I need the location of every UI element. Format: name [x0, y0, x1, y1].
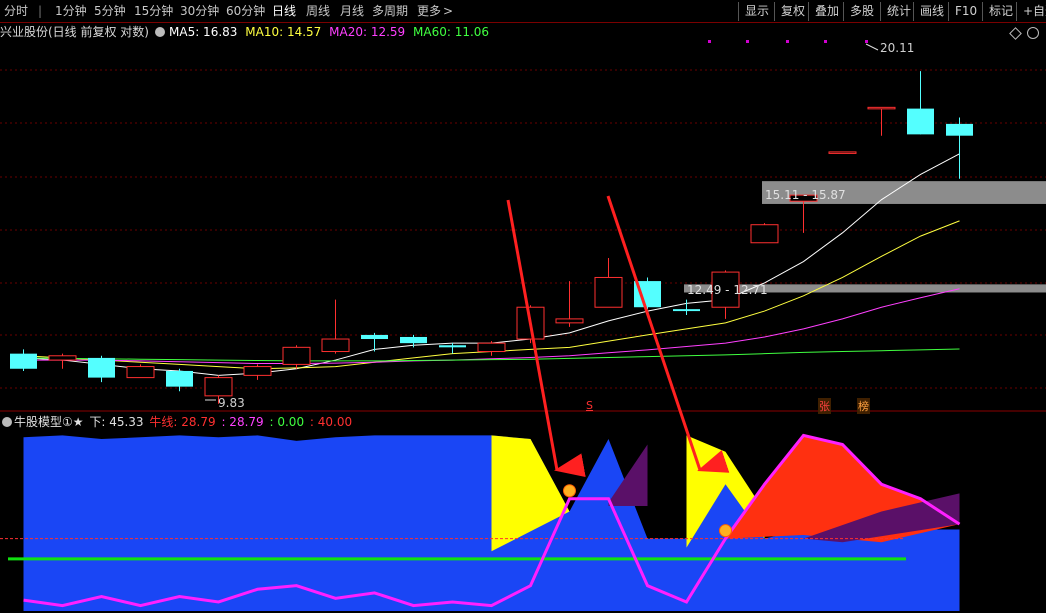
tab-intraday[interactable]: 分时: [4, 3, 28, 20]
limit-up-tag: 张: [818, 398, 831, 414]
settings-icon[interactable]: [155, 27, 165, 37]
top-marker-dot: [786, 40, 789, 43]
candle-body: [243, 366, 272, 376]
low-price-label: 9.83: [218, 396, 245, 410]
top-marker-dot: [865, 40, 868, 43]
candle-body: [321, 338, 350, 353]
tab-15min[interactable]: 15分钟: [134, 3, 173, 20]
red-arrow-2: [606, 195, 730, 473]
indicator-blue-area: [23, 435, 960, 611]
candle-body: [361, 334, 388, 340]
indicator-value-4: : 40.00: [309, 415, 353, 429]
tab-5min[interactable]: 5分钟: [94, 3, 126, 20]
ma60-value: MA60: 11.06: [413, 25, 490, 39]
chevron-right-icon[interactable]: >: [443, 3, 453, 20]
candle-body: [48, 355, 77, 361]
candle-body: [126, 366, 155, 379]
display-button[interactable]: 显示: [738, 2, 774, 21]
zone1-label: 15.11 - 15.87: [765, 188, 846, 202]
candle-body: [204, 377, 233, 397]
red-arrow-1: [506, 199, 586, 477]
restore-rights-button[interactable]: 复权: [774, 2, 808, 21]
high-pointer: [865, 43, 879, 51]
candle-body: [828, 151, 857, 154]
ma-header: 兴业股份(日线 前复权 对数) MA5: 16.83 MA10: 14.57 MA…: [0, 24, 493, 40]
tab-multi-period[interactable]: 多周期: [372, 3, 408, 20]
candle-body: [673, 309, 700, 312]
candle-body: [439, 345, 466, 348]
ma60-line: [23, 348, 960, 362]
bull-line: [23, 433, 961, 608]
top-marker-dot: [708, 40, 711, 43]
indicator-header: 牛股模型①★ 下: 45.33 牛线: 28.79 : 28.79 : 0.00…: [0, 414, 354, 430]
candle-body: [634, 281, 661, 308]
ma20-line: [23, 288, 960, 365]
indicator-yellow-area: [491, 435, 765, 611]
tab-monthly[interactable]: 月线: [340, 3, 364, 20]
draw-line-button[interactable]: 画线: [913, 2, 948, 21]
indicator-red-area: [725, 435, 960, 543]
top-marker-dot: [824, 40, 827, 43]
indicator-blue-overlap: [491, 484, 765, 611]
ma10-value: MA10: 14.57: [245, 25, 322, 39]
indicator-purple-area-2: [608, 444, 648, 507]
candle-body: [400, 336, 427, 344]
top-marker-dot: [746, 40, 749, 43]
ma10-line: [23, 220, 960, 370]
candle-body: [867, 106, 896, 110]
add-watchlist-button[interactable]: +自选: [1016, 2, 1046, 21]
candle-body: [594, 276, 623, 308]
ma20-value: MA20: 12.59: [329, 25, 406, 39]
candle-body: [907, 108, 934, 135]
diamond-icon[interactable]: [1009, 27, 1022, 40]
candle-body: [516, 306, 545, 340]
chart-canvas[interactable]: [0, 0, 1046, 613]
indicator-title: 牛股模型①★: [14, 415, 84, 429]
indicator-value-2: : 28.79: [221, 415, 264, 429]
statistics-button[interactable]: 统计: [880, 2, 913, 21]
tab-daily[interactable]: 日线: [272, 3, 296, 20]
candle-body: [946, 123, 973, 136]
candle-body: [477, 342, 506, 353]
mark-button[interactable]: 标记: [982, 2, 1016, 21]
candle-body: [555, 318, 584, 324]
period-toolbar: 分时 | 1分钟 5分钟 15分钟 30分钟 60分钟 日线 周线 月线 多周期…: [0, 0, 1046, 23]
indicator-settings-icon[interactable]: [2, 417, 12, 427]
sell-signal-marker: S: [586, 399, 593, 412]
multi-stock-button[interactable]: 多股: [843, 2, 880, 21]
candle-body: [282, 346, 311, 365]
buy-signal-icon: [563, 484, 576, 498]
ma5-value: MA5: 16.83: [169, 25, 238, 39]
tab-30min[interactable]: 30分钟: [180, 3, 219, 20]
candle-body: [10, 353, 37, 369]
f10-button[interactable]: F10: [948, 2, 982, 21]
ranking-tag: 榜: [857, 398, 870, 414]
indicator-purple-area: [803, 493, 960, 543]
tab-more[interactable]: 更多: [417, 3, 441, 20]
candle-body: [166, 370, 193, 387]
tab-1min[interactable]: 1分钟: [55, 3, 87, 20]
indicator-down-value: 下: 45.33: [89, 415, 144, 429]
zone2-label: 12.49 - 12.71: [687, 283, 768, 297]
candle-body: [750, 224, 779, 244]
tab-60min[interactable]: 60分钟: [226, 3, 265, 20]
circle-icon[interactable]: [1027, 27, 1039, 39]
tab-separator: |: [38, 4, 43, 18]
indicator-bull-line-value: 牛线: 28.79: [149, 415, 216, 429]
buy-signal-icon: [719, 524, 732, 538]
candle-body: [88, 357, 115, 378]
high-price-label: 20.11: [880, 41, 915, 55]
overlay-button[interactable]: 叠加: [808, 2, 843, 21]
stock-title: 兴业股份(日线 前复权 对数): [0, 25, 149, 39]
indicator-value-3: : 0.00: [269, 415, 305, 429]
tab-weekly[interactable]: 周线: [306, 3, 330, 20]
